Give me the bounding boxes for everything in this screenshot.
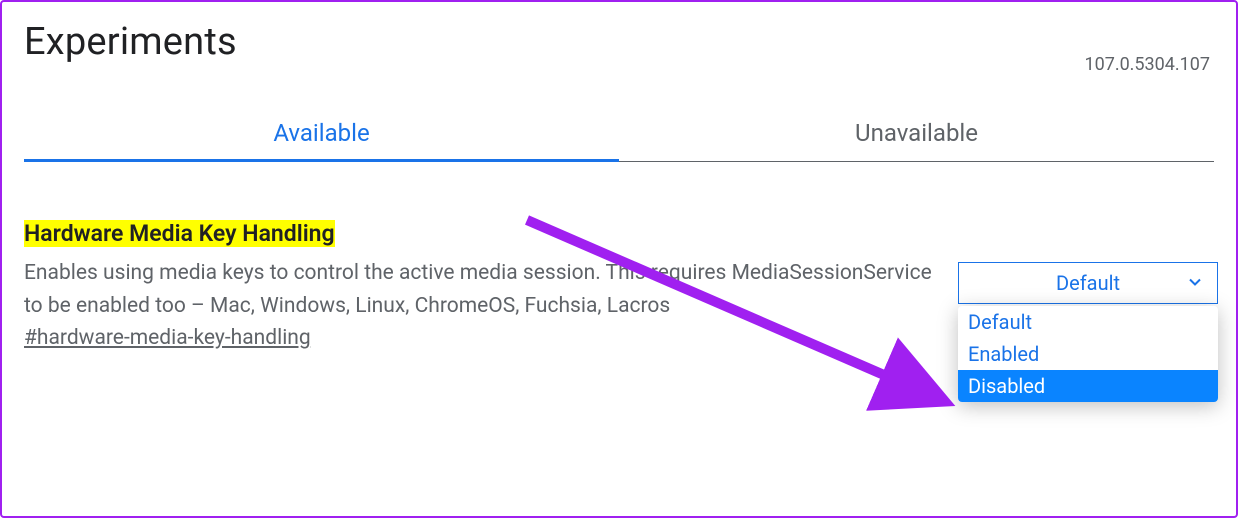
experiment-title: Hardware Media Key Handling — [24, 220, 335, 247]
select-option-enabled[interactable]: Enabled — [958, 338, 1218, 370]
experiment-description: Enables using media keys to control the … — [24, 257, 938, 322]
select-current-value: Default — [1056, 271, 1120, 295]
select-dropdown: Default Enabled Disabled — [958, 306, 1218, 402]
experiment-select[interactable]: Default — [958, 262, 1218, 304]
tab-unavailable[interactable]: Unavailable — [619, 109, 1214, 161]
window-frame: Experiments 107.0.5304.107 Available Una… — [0, 0, 1238, 518]
tab-bar: Available Unavailable — [24, 109, 1214, 162]
page-title: Experiments — [24, 20, 237, 64]
version-label: 107.0.5304.107 — [1084, 20, 1214, 75]
experiment-hash-link[interactable]: #hardware-media-key-handling — [24, 326, 311, 350]
experiment-text: Hardware Media Key Handling Enables usin… — [24, 220, 938, 350]
tab-available[interactable]: Available — [24, 109, 619, 161]
experiment-select-wrap: Default Default Enabled Disabled — [958, 262, 1218, 304]
chevron-down-icon — [1187, 271, 1203, 295]
header: Experiments 107.0.5304.107 — [2, 2, 1236, 75]
select-option-default[interactable]: Default — [958, 306, 1218, 338]
select-option-disabled[interactable]: Disabled — [958, 370, 1218, 402]
experiment-row: Hardware Media Key Handling Enables usin… — [2, 162, 1236, 350]
